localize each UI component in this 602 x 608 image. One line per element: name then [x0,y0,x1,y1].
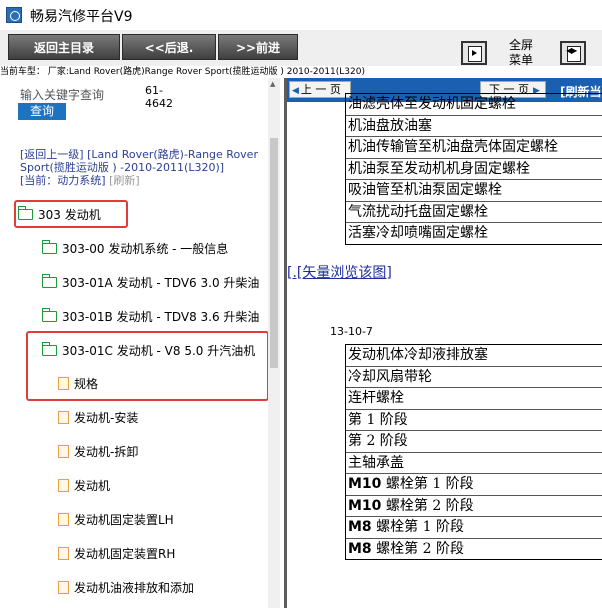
highlight-box [14,200,128,228]
back-level-link[interactable]: [返回上一级] [20,148,84,161]
fullscreen-icon[interactable] [461,41,487,65]
document-icon [58,445,69,458]
tree-item-label: 303-01A 发动机 - TDV6 3.0 升柴油 [62,276,260,290]
tree-item-label: 303-01B 发动机 - TDV8 3.6 升柴油 [62,310,260,324]
table-row: M8 螺栓第 1 阶段 [346,517,602,539]
table-row: 吸油管至机油泵固定螺栓 [346,180,602,202]
document-icon [58,479,69,492]
table-row: 机油盘放油塞 [346,116,602,137]
tree-item-engine[interactable]: 发动机 [58,477,110,494]
tree-item-label: 发动机固定装置LH [74,513,174,527]
app-icon [6,7,22,23]
tree-item-label: 303-00 发动机系统 - 一般信息 [62,242,229,256]
query-button[interactable]: 查询 [18,103,66,120]
content-pane: ◀ 上 一 页 下 一 页 ▶ [刷新当 油滤壳体至发动机固定螺栓 机油盘放油塞 机… [287,78,602,608]
folder-icon [42,240,57,254]
table-row: 活塞冷却喷嘴固定螺栓 [348,225,488,241]
page-number: 13-10-7 [330,325,373,338]
fullscreen-label: 全屏 [508,38,533,52]
tree-item-mount-rh[interactable]: 发动机固定装置RH [58,545,175,562]
tree-item-engine-install[interactable]: 发动机-安装 [58,409,138,426]
vector-view-link[interactable]: [.[矢量浏览该图] [287,262,392,282]
tree-item-303-00[interactable]: 303-00 发动机系统 - 一般信息 [42,240,228,257]
highlight-box [26,331,269,401]
table-row: 发动机体冷却液排放塞 [346,345,602,367]
table-row: 第 1 阶段 [346,410,602,431]
title-bar: 畅易汽修平台V9 [0,0,602,30]
table-row: 机油传输管至机油盘壳体固定螺栓 [346,137,602,159]
scrollbar-thumb[interactable] [270,138,278,368]
refresh-link[interactable]: [刷新] [109,174,140,187]
tree-item-mount-lh[interactable]: 发动机固定装置LH [58,511,174,528]
table-row: 连杆螺栓 [346,388,602,410]
breadcrumb: [返回上一级] [Land Rover(路虎)-Range Rover Spor… [20,148,260,187]
tree-item-303-01b[interactable]: 303-01B 发动机 - TDV8 3.6 升柴油 [42,308,259,325]
tree-item-label: 发动机油液排放和添加 [74,581,195,595]
torque-table-1: 油滤壳体至发动机固定螺栓 机油盘放油塞 机油传输管至机油盘壳体固定螺栓 机油泵至… [345,93,602,245]
arrow-left-icon: ◀ [292,86,299,96]
search-input[interactable]: 输入关键字查询 [20,86,110,103]
document-icon [58,411,69,424]
folder-icon [42,274,57,288]
left-scrollbar[interactable]: ▲ [268,78,280,608]
document-icon [58,513,69,526]
table-row: 主轴承盖 [346,453,602,474]
left-navigation-pane: 输入关键字查询 61- 4642 查询 [返回上一级] [Land Rover(… [0,78,284,608]
current-system: [当前：动力系统] [20,174,106,187]
table-row: 气流扰动托盘固定螺栓 [346,202,602,223]
prev-page-button[interactable]: ◀ 上 一 页 [289,81,351,98]
toggle-menu-icon[interactable] [560,41,586,65]
tree-item-label: 发动机-安装 [74,411,139,425]
table-row: 冷却风扇带轮 [346,367,602,388]
window-title: 畅易汽修平台V9 [30,9,133,25]
table-row: M8 螺栓第 2 阶段 [348,540,464,557]
document-icon [58,547,69,560]
scroll-up-arrow-icon[interactable]: ▲ [270,80,275,88]
tree-item-label: 发动机-拆卸 [74,445,139,459]
code-text: 61- 4642 [145,84,173,110]
document-icon [58,581,69,594]
tree-item-oil-drain-fill[interactable]: 发动机油液排放和添加 [58,579,194,596]
back-button[interactable]: <<后退. [122,34,216,60]
folder-icon [42,308,57,322]
forward-button[interactable]: >>前进 [218,34,298,60]
table-row: M10 螺栓第 2 阶段 [346,496,602,517]
table-row: 第 2 阶段 [346,431,602,453]
table-row: 油滤壳体至发动机固定螺栓 [346,94,602,116]
torque-table-2: 发动机体冷却液排放塞 冷却风扇带轮 连杆螺栓 第 1 阶段 第 2 阶段 主轴承… [345,344,602,560]
tree-item-label: 发动机 [74,479,111,493]
tree-item-engine-remove[interactable]: 发动机-拆卸 [58,443,138,460]
tree-item-303-01a[interactable]: 303-01A 发动机 - TDV6 3.0 升柴油 [42,274,259,291]
current-model-status: 当前车型： 厂家:Land Rover(路虎)Range Rover Sport… [0,67,365,77]
fullscreen-menu-label[interactable]: 全屏 菜单 [506,38,536,68]
home-button[interactable]: 返回主目录 [8,34,120,60]
tree-item-label: 发动机固定装置RH [74,547,176,561]
table-row: M10 螺栓第 1 阶段 [346,474,602,496]
prev-page-label: 上 一 页 [300,83,341,96]
table-row: 机油泵至发动机机身固定螺栓 [346,159,602,180]
